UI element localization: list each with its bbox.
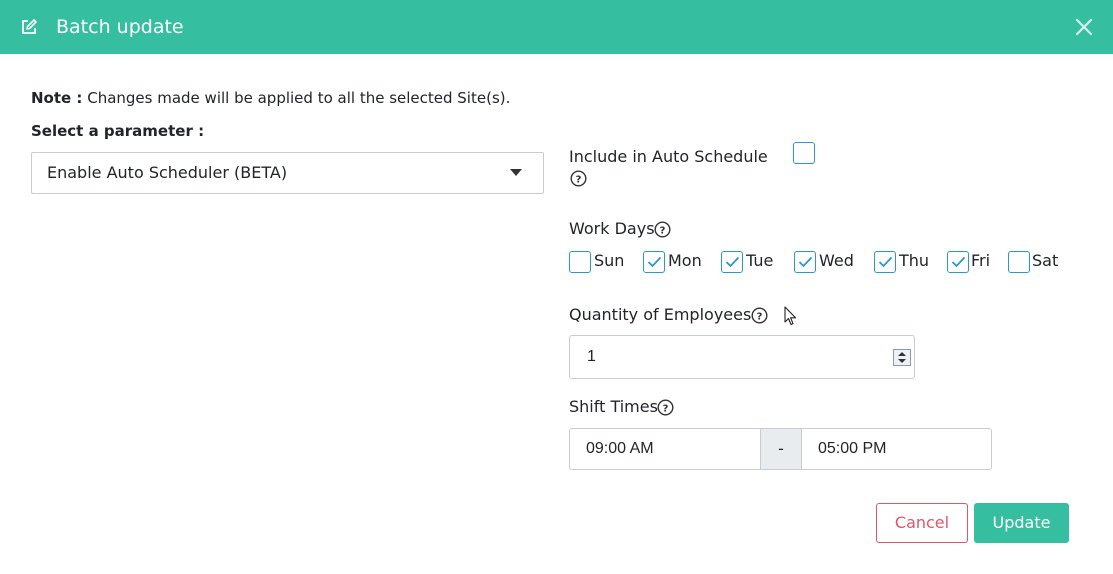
help-icon[interactable]: ? [657, 399, 674, 416]
workday-checkbox-thu[interactable] [874, 251, 896, 273]
auto-schedule-checkbox[interactable] [793, 142, 815, 164]
stepper-down-icon[interactable] [898, 359, 906, 363]
workday-checkbox-tue[interactable] [721, 251, 743, 273]
workday-checkbox-fri[interactable] [947, 251, 969, 273]
stepper-up-icon[interactable] [898, 352, 906, 356]
workday-checkbox-mon[interactable] [643, 251, 665, 273]
mouse-cursor-icon [784, 306, 798, 326]
svg-text:?: ? [663, 404, 669, 415]
update-button[interactable]: Update [974, 503, 1069, 543]
help-icon[interactable]: ? [751, 307, 768, 324]
svg-text:?: ? [660, 226, 666, 237]
workday-label-thu: Thu [899, 251, 930, 270]
shift-start-input[interactable]: 09:00 AM [570, 429, 760, 469]
svg-text:?: ? [757, 312, 763, 323]
workday-checkbox-sat[interactable] [1008, 251, 1030, 273]
shift-end-value: 05:00 PM [818, 440, 887, 457]
workday-label-sat: Sat [1032, 251, 1059, 270]
shift-times-group: 09:00 AM - 05:00 PM [569, 428, 992, 470]
note-message: Changes made will be applied to all the … [87, 89, 511, 107]
help-icon[interactable]: ? [654, 221, 671, 238]
help-icon[interactable]: ? [570, 170, 587, 187]
modal-header: Batch update [0, 0, 1113, 54]
quantity-stepper[interactable] [893, 349, 911, 366]
workday-label-wed: Wed [819, 251, 854, 270]
note-text: Note : Changes made will be applied to a… [31, 88, 510, 108]
workday-label-tue: Tue [746, 251, 774, 270]
workday-label-fri: Fri [971, 251, 991, 270]
shift-time-separator: - [760, 429, 802, 469]
shift-start-value: 09:00 AM [586, 440, 654, 457]
parameter-selected-value: Enable Auto Scheduler (BETA) [47, 163, 288, 182]
quantity-label: Quantity of Employees [569, 305, 752, 324]
quantity-value: 1 [587, 348, 596, 365]
shift-end-input[interactable]: 05:00 PM [802, 429, 991, 469]
workday-label-mon: Mon [668, 251, 702, 270]
cancel-button[interactable]: Cancel [876, 503, 968, 543]
workday-label-sun: Sun [594, 251, 625, 270]
parameter-label: Select a parameter : [31, 122, 205, 140]
svg-text:?: ? [576, 175, 582, 186]
auto-schedule-label: Include in Auto Schedule [569, 147, 768, 166]
quantity-input[interactable]: 1 [569, 335, 915, 379]
edit-icon [20, 18, 38, 36]
modal-title: Batch update [56, 16, 184, 38]
close-icon[interactable] [1074, 17, 1094, 37]
note-label: Note : [31, 89, 83, 107]
workday-checkbox-wed[interactable] [794, 251, 816, 273]
caret-down-icon [510, 169, 522, 176]
work-days-label: Work Days [569, 219, 655, 238]
shift-times-label: Shift Times [569, 397, 658, 416]
parameter-select[interactable]: Enable Auto Scheduler (BETA) [31, 152, 544, 194]
workday-checkbox-sun[interactable] [569, 251, 591, 273]
batch-update-modal: Batch update Note : Changes made will be… [0, 0, 1113, 574]
